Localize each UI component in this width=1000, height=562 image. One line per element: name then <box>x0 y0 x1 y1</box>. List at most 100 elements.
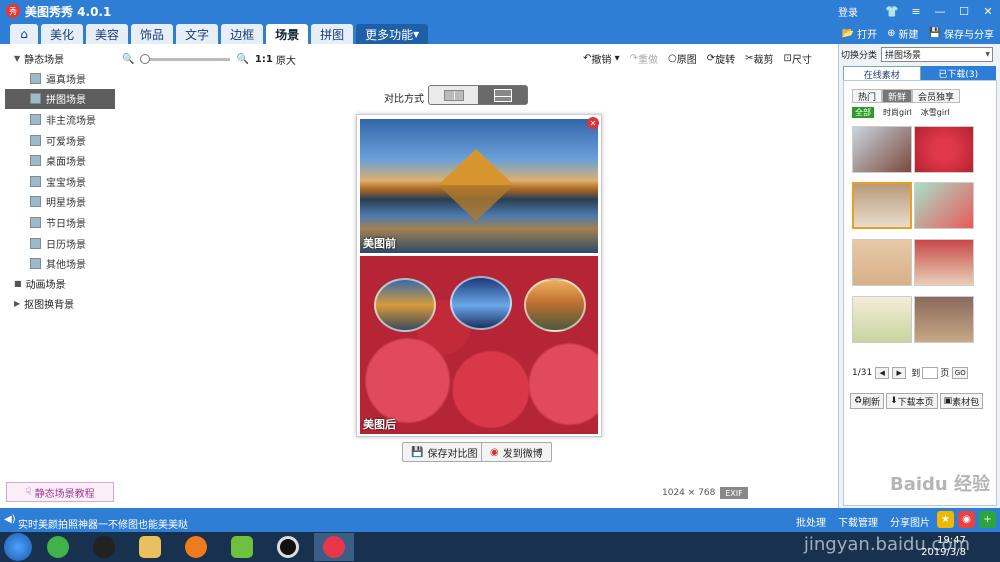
rotate-button[interactable]: ⟳ 旋转 <box>707 51 735 66</box>
close-icon[interactable]: ✕ <box>976 0 1000 22</box>
login-link[interactable]: 登录 <box>838 4 858 19</box>
weibo-icon[interactable]: ◉ <box>958 511 975 528</box>
bubble-photo-1 <box>374 278 436 332</box>
next-page-button[interactable]: ▶ <box>892 366 907 379</box>
menu-icon[interactable]: ≡ <box>904 0 928 22</box>
taskbar-app-qq[interactable] <box>84 533 124 561</box>
zoom-in-icon[interactable]: 🔍 <box>236 54 248 65</box>
material-thumbnail[interactable] <box>852 239 912 286</box>
tab-online-material[interactable]: 在线素材 <box>843 66 921 81</box>
tab-collage[interactable]: 拼图 <box>311 24 354 44</box>
material-thumbnail[interactable] <box>852 126 912 173</box>
filter-vip[interactable]: 会员独享 <box>912 89 961 103</box>
zoom-slider[interactable] <box>140 53 231 64</box>
filter-new[interactable]: 新鲜 <box>882 89 913 103</box>
download-page-button[interactable]: ⬇ 下载本页 <box>886 393 938 409</box>
material-pack-button[interactable]: ▣ 素材包 <box>939 393 984 409</box>
send-weibo-button[interactable]: ◉ 发到微博 <box>481 442 552 462</box>
sidebar-item-star[interactable]: 明星场景 <box>0 192 120 213</box>
save-share-button[interactable]: 💾 保存与分享 <box>929 26 994 41</box>
prev-page-button[interactable]: ◀ <box>875 366 890 379</box>
new-button[interactable]: ⊕ 新建 <box>887 26 918 41</box>
original-image-button[interactable]: ○ 原图 <box>668 51 697 66</box>
page-input[interactable] <box>922 366 939 379</box>
taskbar-app-360[interactable] <box>38 533 78 561</box>
zoom-out-icon[interactable]: 🔍 <box>122 54 134 65</box>
home-tab[interactable]: ⌂ <box>10 24 38 44</box>
start-button[interactable] <box>4 533 32 561</box>
tab-text[interactable]: 文字 <box>176 24 219 44</box>
scene-icon <box>30 134 41 146</box>
tab-cosmetic[interactable]: 美容 <box>86 24 129 44</box>
save-icon: 💾 <box>411 446 424 458</box>
material-thumbnail[interactable] <box>914 239 974 286</box>
download-manager-button[interactable]: 下载管理 <box>838 514 878 529</box>
scene-icon <box>30 113 41 125</box>
sidebar-item-desktop[interactable]: 桌面场景 <box>0 150 120 171</box>
sidebar-item-calendar[interactable]: 日历场景 <box>0 233 120 254</box>
plus-icon[interactable]: + <box>979 511 996 528</box>
expand-icon: ▶ <box>14 299 21 309</box>
subfilter-fashion-girl[interactable]: 时尚girl <box>883 107 912 118</box>
sidebar-item-other[interactable]: 其他场景 <box>0 253 120 274</box>
close-compare-icon[interactable]: ✕ <box>587 117 599 129</box>
skin-icon[interactable]: 👕 <box>880 0 904 22</box>
minimize-icon[interactable]: — <box>928 0 952 22</box>
open-button[interactable]: 📂 打开 <box>842 26 877 41</box>
side-by-side-button[interactable] <box>429 86 478 104</box>
tab-frame[interactable]: 边框 <box>221 24 264 44</box>
speaker-icon: ◀) <box>4 514 16 525</box>
category-animated-scene[interactable]: ■ 动画场景 <box>0 274 120 294</box>
sidebar-item-cute[interactable]: 可爱场景 <box>0 130 120 151</box>
resize-button[interactable]: ⊡ 尺寸 <box>784 51 812 66</box>
undo-button[interactable]: ↶ 撤销 ▾ <box>583 51 620 66</box>
material-tabs: 在线素材 已下载(3) <box>843 66 996 81</box>
taskbar-app-meitu[interactable] <box>314 533 354 561</box>
status-message[interactable]: 实时美颜拍照神器一不修图也能美美哒 <box>18 516 188 531</box>
taskbar-app-recorder[interactable] <box>268 533 308 561</box>
taskbar-app-video[interactable] <box>222 533 262 561</box>
material-thumbnail[interactable] <box>914 182 974 229</box>
tab-accessory[interactable]: 饰品 <box>131 24 174 44</box>
star-icon[interactable]: ★ <box>937 511 954 528</box>
taskbar-app-firefox[interactable] <box>176 533 216 561</box>
chevron-down-icon: ▾ <box>611 53 620 64</box>
go-button[interactable]: GO <box>952 366 969 379</box>
zoom-ratio[interactable]: 1:1 <box>255 54 273 65</box>
sidebar-item-realistic[interactable]: 逼真场景 <box>0 68 120 89</box>
material-thumbnail[interactable] <box>852 296 912 343</box>
video-icon <box>231 536 253 558</box>
film-icon: ■ <box>14 279 22 289</box>
material-thumbnail[interactable] <box>914 296 974 343</box>
tab-scene[interactable]: 场景 <box>266 24 309 44</box>
sidebar-item-nonmainstream[interactable]: 非主流场景 <box>0 109 120 130</box>
share-image-button[interactable]: 分享图片 <box>890 514 930 529</box>
top-bottom-button[interactable] <box>478 86 527 104</box>
save-compare-button[interactable]: 💾 保存对比图 <box>402 442 487 462</box>
zoom-knob[interactable] <box>140 53 151 64</box>
original-size-button[interactable]: 原大 <box>276 52 296 67</box>
sidebar-item-holiday[interactable]: 节日场景 <box>0 212 120 233</box>
tab-beautify[interactable]: 美化 <box>41 24 84 44</box>
crop-button[interactable]: ✂ 裁剪 <box>745 51 773 66</box>
maximize-icon[interactable]: ☐ <box>952 0 976 22</box>
taskbar-app-explorer[interactable] <box>130 533 170 561</box>
subfilter-ice-girl[interactable]: 冰雪girl <box>921 107 950 118</box>
tab-downloaded[interactable]: 已下载(3) <box>920 66 996 81</box>
static-scene-tutorial-button[interactable]: ☟ 静态场景教程 <box>6 482 114 502</box>
sidebar-item-baby[interactable]: 宝宝场景 <box>0 171 120 192</box>
filter-hot[interactable]: 热门 <box>852 89 883 103</box>
material-thumbnail[interactable] <box>914 126 974 173</box>
exif-button[interactable]: EXIF <box>720 487 748 499</box>
batch-process-button[interactable]: 批处理 <box>796 514 826 529</box>
category-static-scene[interactable]: ▼ 静态场景 <box>0 48 120 68</box>
category-cutout-background[interactable]: ▶ 抠图换背景 <box>0 294 120 314</box>
top-bottom-icon <box>493 88 512 102</box>
redo-button[interactable]: ↷ 重做 <box>630 51 658 66</box>
category-select[interactable]: 拼图场景 <box>881 46 994 62</box>
subfilter-all[interactable]: 全部 <box>852 107 874 118</box>
material-thumbnail[interactable] <box>852 182 912 229</box>
refresh-button[interactable]: ♻ 刷新 <box>850 393 885 409</box>
sidebar-item-collage[interactable]: 拼图场景 <box>5 88 115 110</box>
tab-more-features[interactable]: 更多功能 ▾ <box>356 24 429 44</box>
